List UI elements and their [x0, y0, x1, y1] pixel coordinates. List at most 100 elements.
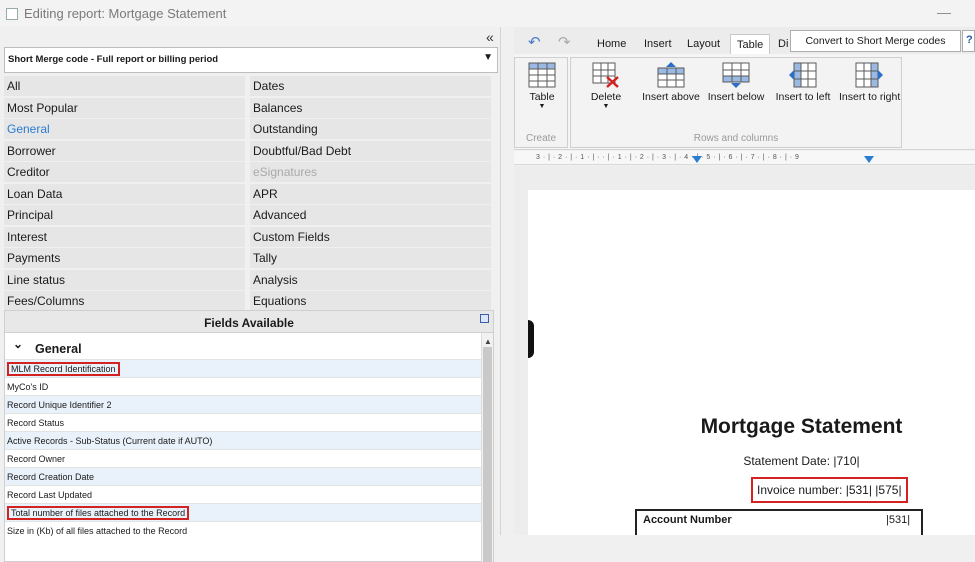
category-interest[interactable]: Interest — [4, 226, 245, 247]
category-advanced[interactable]: Advanced — [250, 205, 491, 225]
category-outstanding[interactable]: Outstanding — [250, 119, 491, 139]
redo-icon[interactable]: ↷ — [558, 33, 571, 51]
pane-splitter[interactable] — [500, 27, 514, 535]
dropdown-arrow-icon: ▼ — [538, 103, 546, 110]
insert-below-button[interactable]: Insert below — [707, 62, 765, 103]
title-bar: Editing report: Mortgage Statement — — [0, 0, 975, 27]
field-label-highlighted: MLM Record Identification — [7, 362, 120, 376]
field-row[interactable]: Record Creation Date — [5, 467, 481, 485]
fields-header-label: Fields Available — [204, 316, 294, 330]
field-label: Record Status — [7, 418, 65, 428]
category-equations[interactable]: Equations — [250, 291, 491, 311]
category-general[interactable]: General — [4, 119, 245, 139]
table-icon — [528, 62, 556, 88]
field-row[interactable]: Record Unique Identifier 2 — [5, 395, 481, 413]
category-doubtful-bad-debt[interactable]: Doubtful/Bad Debt — [250, 140, 491, 161]
field-label: Record Creation Date — [7, 472, 95, 482]
minimize-button[interactable]: — — [937, 4, 951, 20]
category-payments[interactable]: Payments — [4, 248, 245, 268]
insert-left-label: Insert to left — [775, 91, 831, 103]
category-dates[interactable]: Dates — [250, 76, 491, 96]
tab-di[interactable]: Di — [778, 38, 788, 50]
category-line-status[interactable]: Line status — [4, 269, 245, 290]
category-borrower[interactable]: Borrower — [4, 140, 245, 161]
category-all[interactable]: All — [4, 76, 245, 96]
margin-marker — [528, 320, 534, 358]
delete-button-label: Delete — [590, 91, 622, 103]
category-analysis[interactable]: Analysis — [250, 269, 491, 290]
fields-available-panel: Fields Available ⌄ General MLM Record Id… — [4, 310, 494, 562]
scroll-thumb[interactable] — [483, 347, 492, 562]
category-fees-columns[interactable]: Fees/Columns — [4, 291, 245, 311]
convert-short-merge-button[interactable]: Convert to Short Merge codes — [790, 30, 961, 52]
rows-columns-group-label: Rows and columns — [693, 133, 779, 144]
fields-header: Fields Available — [5, 311, 493, 333]
chevron-down-icon[interactable]: ⌄ — [13, 337, 23, 351]
insert-right-button[interactable]: Insert to right — [839, 62, 900, 103]
field-row[interactable]: Record Owner — [5, 449, 481, 467]
statement-date: Statement Date: |710| — [743, 454, 860, 468]
insert-above-icon — [657, 62, 685, 88]
delete-table-icon — [592, 62, 620, 88]
left-pane: « Short Merge code - Full report or bill… — [0, 27, 500, 562]
field-label-highlighted: Total number of files attached to the Re… — [7, 506, 190, 520]
field-label: Record Last Updated — [7, 490, 93, 500]
ruler-tab-marker[interactable] — [864, 156, 874, 163]
category-esignatures: eSignatures — [250, 162, 491, 182]
category-balances[interactable]: Balances — [250, 97, 491, 118]
tab-insert[interactable]: Insert — [644, 38, 672, 50]
ruler-indent-marker[interactable] — [692, 156, 702, 163]
category-apr[interactable]: APR — [250, 183, 491, 204]
window-title: Editing report: Mortgage Statement — [24, 6, 227, 21]
dropdown-arrow-icon[interactable]: ▼ — [483, 52, 493, 63]
app-icon — [6, 8, 18, 20]
tab-layout[interactable]: Layout — [687, 38, 720, 50]
insert-left-icon — [789, 62, 817, 88]
category-most-popular[interactable]: Most Popular — [4, 97, 245, 118]
table-button[interactable]: Table ▼ — [523, 62, 561, 110]
group-title: General — [35, 342, 82, 356]
category-tally[interactable]: Tally — [250, 248, 491, 268]
insert-above-button[interactable]: Insert above — [641, 62, 701, 103]
field-row[interactable]: Total number of files attached to the Re… — [5, 503, 481, 521]
field-label: Record Owner — [7, 454, 66, 464]
document-title: Mortgage Statement — [700, 415, 903, 438]
category-creditor[interactable]: Creditor — [4, 162, 245, 182]
field-row[interactable]: Size in (Kb) of all files attached to th… — [5, 521, 481, 539]
category-custom-fields[interactable]: Custom Fields — [250, 226, 491, 247]
insert-left-button[interactable]: Insert to left — [773, 62, 833, 103]
insert-right-icon — [855, 62, 883, 88]
field-row[interactable]: Record Status — [5, 413, 481, 431]
tab-table[interactable]: Table — [730, 34, 771, 55]
insert-above-label: Insert above — [642, 91, 700, 103]
help-button[interactable]: ? — [962, 30, 975, 52]
field-label: Active Records - Sub-Status (Current dat… — [7, 436, 213, 446]
delete-button[interactable]: Delete ▼ — [583, 62, 629, 110]
invoice-number-highlighted: Invoice number: |531| |575| — [751, 477, 908, 503]
ribbon-group-rows-columns: Delete ▼ Insert above Insert below Inser… — [570, 57, 902, 148]
category-principal[interactable]: Principal — [4, 205, 245, 225]
collapse-panel-icon[interactable]: « — [486, 29, 494, 45]
field-row[interactable]: Active Records - Sub-Status (Current dat… — [5, 431, 481, 449]
insert-below-label: Insert below — [707, 91, 765, 103]
account-table[interactable]: Account Number |531| — [635, 509, 923, 535]
scroll-up-icon[interactable]: ▲ — [484, 337, 492, 346]
account-number-label: Account Number — [643, 514, 732, 526]
pin-icon[interactable] — [480, 314, 489, 323]
field-row[interactable]: Record Last Updated — [5, 485, 481, 503]
merge-code-dropdown[interactable]: Short Merge code - Full report or billin… — [4, 47, 498, 73]
group-header-general[interactable]: ⌄ General — [5, 335, 481, 359]
fields-scrollbar[interactable]: ▲ — [481, 333, 493, 562]
ruler-marks: 3 · | · 2 · | · 1 · | · · | · 1 · | · 2 … — [536, 154, 800, 161]
category-loan-data[interactable]: Loan Data — [4, 183, 245, 204]
ribbon-group-create: Table ▼ Create — [514, 57, 568, 148]
field-row[interactable]: MyCo's ID — [5, 377, 481, 395]
table-button-label: Table — [529, 91, 555, 103]
document-page[interactable]: Mortgage Statement Statement Date: |710|… — [528, 190, 975, 535]
horizontal-ruler[interactable]: 3 · | · 2 · | · 1 · | · · | · 1 · | · 2 … — [514, 151, 975, 165]
tab-home[interactable]: Home — [597, 38, 626, 50]
field-row[interactable]: MLM Record Identification — [5, 359, 481, 377]
field-label: MyCo's ID — [7, 382, 49, 392]
editor-pane: ↶ ↷ Home Insert Layout Table Di Convert … — [514, 27, 975, 535]
undo-icon[interactable]: ↶ — [528, 33, 541, 51]
